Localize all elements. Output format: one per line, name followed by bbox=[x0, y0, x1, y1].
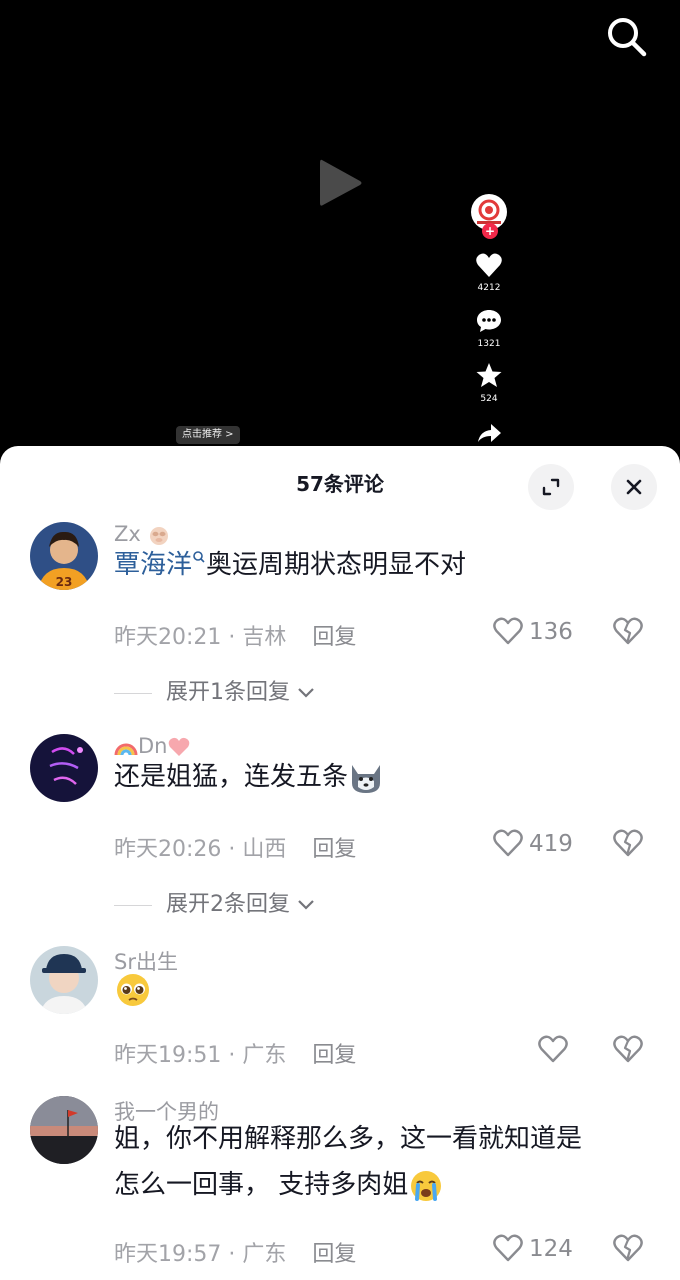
share-icon bbox=[478, 424, 501, 442]
dislike-icon bbox=[613, 829, 643, 857]
expand-replies-button[interactable]: 展开2条回复 bbox=[114, 886, 315, 918]
chevron-down-icon bbox=[298, 900, 314, 910]
search-mention-icon[interactable] bbox=[192, 550, 206, 570]
mention-link[interactable]: 覃海洋 bbox=[114, 550, 192, 580]
comment-time-location: 昨天20:21 · 吉林 bbox=[114, 625, 287, 650]
comment-text: 姐，你不用解释那么多，这一看就知道是 怎么一回事， 支持多肉姐 bbox=[114, 1116, 644, 1208]
dislike-button[interactable] bbox=[612, 1233, 644, 1263]
comment-meta: 昨天20:21 · 吉林 回复 bbox=[114, 619, 356, 651]
heart-outline-icon bbox=[493, 617, 523, 645]
avatar[interactable] bbox=[30, 946, 98, 1014]
close-button[interactable] bbox=[611, 464, 657, 510]
comment-body-line-2: 怎么一回事， 支持多肉姐 bbox=[114, 1170, 409, 1200]
share-video-button[interactable] bbox=[464, 422, 514, 448]
pleading-face-icon bbox=[117, 973, 149, 1006]
chevron-down-icon bbox=[298, 688, 314, 698]
expand-replies-label: 展开2条回复 bbox=[166, 892, 290, 917]
favorite-video-button[interactable]: 524 bbox=[464, 362, 514, 404]
like-count: 419 bbox=[529, 831, 573, 857]
recommend-chip[interactable]: 点击推荐 > bbox=[176, 426, 240, 444]
like-button[interactable] bbox=[492, 828, 524, 862]
comment-count-title: 57条评论 bbox=[296, 472, 384, 496]
comment-body: 奥运周期状态明显不对 bbox=[206, 550, 467, 580]
like-button[interactable] bbox=[537, 1034, 569, 1068]
comment-time-location: 昨天19:57 · 广东 bbox=[114, 1242, 287, 1267]
comment-body-line-1: 姐，你不用解释那么多，这一看就知道是 bbox=[114, 1124, 583, 1154]
comment-time-location: 昨天20:26 · 山西 bbox=[114, 837, 287, 862]
husky-emoji-icon bbox=[352, 764, 381, 793]
comment-text: 覃海洋 奥运周期状态明显不对 bbox=[114, 542, 644, 588]
video-player[interactable]: + 4212 1321 524 点击推荐 > bbox=[0, 0, 680, 446]
avatar[interactable]: 23 bbox=[30, 522, 98, 590]
comment-meta: 昨天19:57 · 广东 回复 bbox=[114, 1236, 356, 1268]
like-count: 4212 bbox=[477, 283, 501, 293]
like-button[interactable] bbox=[492, 616, 524, 650]
reply-button[interactable]: 回复 bbox=[312, 837, 356, 862]
dislike-icon bbox=[613, 1234, 643, 1262]
crying-face-icon bbox=[411, 1170, 442, 1201]
comment-body: 还是姐猛，连发五条 bbox=[114, 762, 349, 792]
dislike-button[interactable] bbox=[612, 828, 644, 858]
close-icon bbox=[626, 479, 642, 495]
divider bbox=[114, 692, 152, 694]
avatar[interactable] bbox=[30, 734, 98, 802]
divider bbox=[114, 904, 152, 906]
comment-icon bbox=[477, 310, 501, 332]
comment-count: 1321 bbox=[477, 339, 501, 349]
reply-button[interactable]: 回复 bbox=[312, 1242, 356, 1267]
star-icon bbox=[476, 363, 502, 387]
reply-button[interactable]: 回复 bbox=[312, 625, 356, 650]
dislike-button[interactable] bbox=[612, 1034, 644, 1064]
search-button[interactable] bbox=[604, 14, 650, 60]
comment-video-button[interactable]: 1321 bbox=[464, 308, 514, 349]
expand-replies-label: 展开1条回复 bbox=[166, 680, 290, 705]
comment-time-location: 昨天19:51 · 广东 bbox=[114, 1043, 287, 1068]
expand-icon bbox=[542, 478, 560, 496]
dislike-button[interactable] bbox=[612, 616, 644, 646]
heart-icon bbox=[476, 253, 502, 277]
comment-meta: 昨天19:51 · 广东 回复 bbox=[114, 1037, 356, 1069]
like-count: 124 bbox=[529, 1236, 573, 1262]
search-icon bbox=[608, 18, 647, 57]
heart-outline-icon bbox=[538, 1035, 568, 1063]
comment-sheet: 57条评论 23 Zx 覃海洋 奥运周期状态明显不对 昨天20:21 · 吉林 … bbox=[0, 446, 680, 1280]
dislike-icon bbox=[613, 617, 643, 645]
heart-outline-icon bbox=[493, 829, 523, 857]
comment-text bbox=[114, 966, 644, 1012]
comment-body-line-2-wrap: 怎么一回事， 支持多肉姐 bbox=[114, 1162, 644, 1208]
like-video-button[interactable]: 4212 bbox=[464, 252, 514, 293]
comment-text: 还是姐猛，连发五条 bbox=[114, 754, 644, 800]
like-button[interactable] bbox=[492, 1233, 524, 1267]
comment-meta: 昨天20:26 · 山西 回复 bbox=[114, 831, 356, 863]
heart-outline-icon bbox=[493, 1234, 523, 1262]
svg-text:23: 23 bbox=[56, 575, 73, 589]
reply-button[interactable]: 回复 bbox=[312, 1043, 356, 1068]
avatar[interactable] bbox=[30, 1096, 98, 1164]
dislike-icon bbox=[613, 1035, 643, 1063]
follow-button[interactable]: + bbox=[482, 223, 498, 239]
like-count: 136 bbox=[529, 619, 573, 645]
favorite-count: 524 bbox=[480, 394, 498, 404]
expand-button[interactable] bbox=[528, 464, 574, 510]
expand-replies-button[interactable]: 展开1条回复 bbox=[114, 674, 315, 706]
play-icon[interactable] bbox=[316, 156, 364, 210]
